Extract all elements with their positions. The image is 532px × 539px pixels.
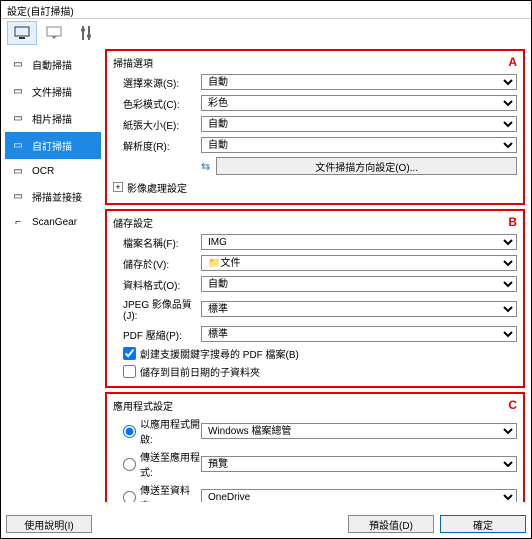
window-title: 設定(自訂掃描) bbox=[1, 1, 531, 19]
pdf-label: PDF 壓縮(P): bbox=[113, 327, 201, 342]
section-letter: C bbox=[508, 398, 517, 412]
tab-tools[interactable] bbox=[71, 21, 101, 45]
footer: 使用說明(I) 預設值(D) 確定 bbox=[0, 513, 532, 535]
section-app-settings: C 應用程式設定 以應用程式開啟:Windows 檔案總管 傳送至應用程式:預覽… bbox=[105, 392, 525, 502]
open-app-radio[interactable] bbox=[123, 425, 136, 438]
jpeg-select[interactable]: 標準 bbox=[201, 301, 517, 317]
sidebar-item-label: 掃描並接接 bbox=[32, 189, 82, 204]
send-app-radio[interactable] bbox=[123, 458, 136, 471]
sidebar-item-document[interactable]: ▭ 文件掃描 bbox=[5, 78, 101, 105]
source-label: 選擇來源(S): bbox=[113, 75, 201, 90]
image-processing-label: 影像處理設定 bbox=[127, 180, 187, 195]
orientation-button[interactable]: 文件掃描方向設定(O)... bbox=[216, 157, 517, 175]
toolbar bbox=[1, 19, 531, 47]
sidebar-item-scangear[interactable]: ⌐ ScanGear bbox=[5, 210, 101, 234]
sidebar-item-label: OCR bbox=[32, 166, 54, 177]
fmt-select[interactable]: 自動 bbox=[201, 276, 517, 292]
scanner-icon: ⌐ bbox=[10, 216, 26, 228]
sidebar-item-label: 相片掃描 bbox=[32, 111, 72, 126]
jpeg-label: JPEG 影像品質(J): bbox=[113, 296, 201, 322]
fname-select[interactable]: IMG bbox=[201, 234, 517, 250]
ok-button[interactable]: 確定 bbox=[440, 515, 526, 533]
open-app-label: 以應用程式開啟: bbox=[140, 416, 201, 446]
pdf-keyword-checkbox[interactable] bbox=[123, 347, 136, 360]
saveto-label: 儲存於(V): bbox=[113, 256, 201, 271]
date-subfolder-checkbox[interactable] bbox=[123, 365, 136, 378]
sidebar-item-custom[interactable]: ▭ 自訂掃描 bbox=[5, 132, 101, 159]
custom-icon: ▭ bbox=[10, 140, 26, 152]
section-letter: B bbox=[508, 215, 517, 229]
pdf-select[interactable]: 標準 bbox=[201, 326, 517, 342]
send-app-select[interactable]: 預覽 bbox=[201, 456, 517, 472]
swap-icon[interactable]: ⇆ bbox=[201, 160, 210, 173]
section-save-settings: B 儲存設定 檔案名稱(F):IMG 儲存於(V):📁文件 資料格式(O):自動… bbox=[105, 209, 525, 388]
size-select[interactable]: 自動 bbox=[201, 116, 517, 132]
sidebar: ▭ 自動掃描 ▭ 文件掃描 ▭ 相片掃描 ▭ 自訂掃描 ▭ OCR ▭ 掃描並接接 ⌐ Sca… bbox=[1, 47, 103, 502]
pdf-keyword-label: 創建支援關鍵字搜尋的 PDF 檔案(B) bbox=[140, 346, 299, 361]
res-select[interactable]: 自動 bbox=[201, 137, 517, 153]
section-head: 掃描選項 bbox=[113, 55, 517, 70]
fname-label: 檔案名稱(F): bbox=[113, 235, 201, 250]
doc-icon: ▭ bbox=[10, 59, 26, 71]
section-scan-options: A 掃描選項 選擇來源(S):自動 色彩模式(C):彩色 紙張大小(E):自動 … bbox=[105, 49, 525, 205]
date-subfolder-label: 儲存到目前日期的子資料夾 bbox=[140, 364, 260, 379]
send-folder-radio[interactable] bbox=[123, 491, 136, 503]
sidebar-item-label: 文件掃描 bbox=[32, 84, 72, 99]
res-label: 解析度(R): bbox=[113, 138, 201, 153]
ocr-icon: ▭ bbox=[10, 165, 26, 177]
source-select[interactable]: 自動 bbox=[201, 74, 517, 90]
section-head: 儲存設定 bbox=[113, 215, 517, 230]
send-app-label: 傳送至應用程式: bbox=[140, 449, 201, 479]
help-button[interactable]: 使用說明(I) bbox=[6, 515, 92, 533]
sidebar-item-photo[interactable]: ▭ 相片掃描 bbox=[5, 105, 101, 132]
send-folder-label: 傳送至資料夾: bbox=[140, 482, 201, 502]
sidebar-item-label: 自動掃描 bbox=[32, 57, 72, 72]
defaults-button[interactable]: 預設值(D) bbox=[348, 515, 434, 533]
color-select[interactable]: 彩色 bbox=[201, 95, 517, 111]
stitch-icon: ▭ bbox=[10, 191, 26, 203]
saveto-select[interactable]: 📁文件 bbox=[201, 255, 517, 271]
doc-icon: ▭ bbox=[10, 86, 26, 98]
section-head: 應用程式設定 bbox=[113, 398, 517, 413]
open-app-select[interactable]: Windows 檔案總管 bbox=[201, 423, 517, 439]
sidebar-item-stitch[interactable]: ▭ 掃描並接接 bbox=[5, 183, 101, 210]
expand-icon[interactable]: + bbox=[113, 182, 123, 192]
sidebar-item-auto[interactable]: ▭ 自動掃描 bbox=[5, 51, 101, 78]
size-label: 紙張大小(E): bbox=[113, 117, 201, 132]
sidebar-item-ocr[interactable]: ▭ OCR bbox=[5, 159, 101, 183]
sidebar-item-label: 自訂掃描 bbox=[32, 138, 72, 153]
tab-to-computer[interactable] bbox=[39, 21, 69, 45]
send-folder-select[interactable]: OneDrive bbox=[201, 489, 517, 502]
sidebar-item-label: ScanGear bbox=[32, 217, 77, 228]
section-letter: A bbox=[508, 55, 517, 69]
photo-icon: ▭ bbox=[10, 113, 26, 125]
fmt-label: 資料格式(O): bbox=[113, 277, 201, 292]
tab-from-computer[interactable] bbox=[7, 21, 37, 45]
color-label: 色彩模式(C): bbox=[113, 96, 201, 111]
